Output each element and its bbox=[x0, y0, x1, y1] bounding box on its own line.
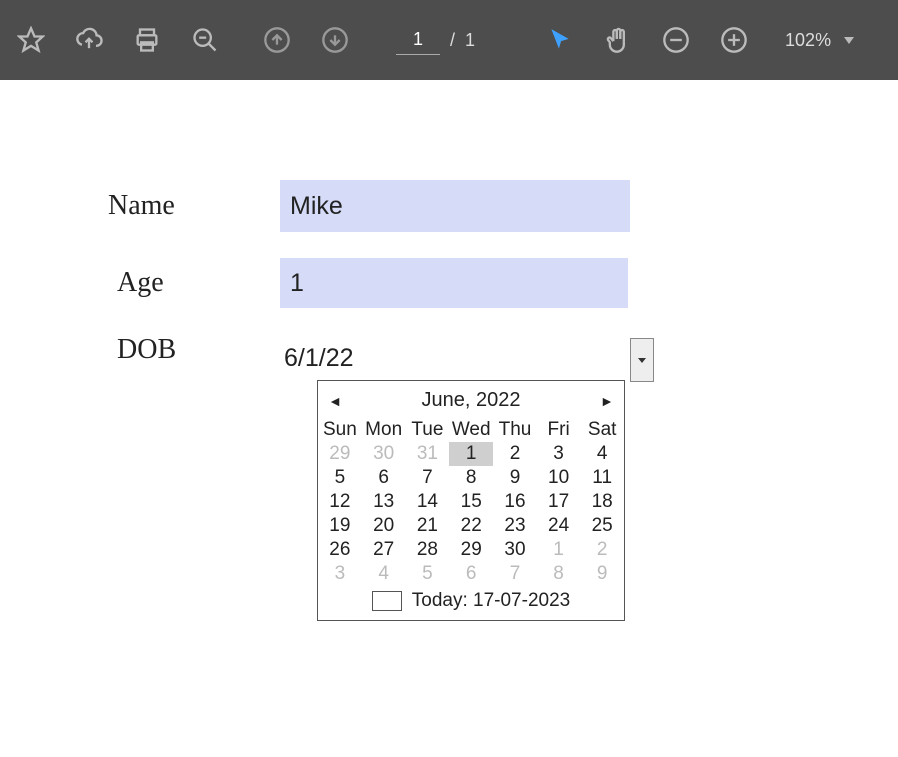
zoom-out-icon[interactable] bbox=[184, 19, 226, 61]
calendar-day-header: Thu bbox=[493, 418, 537, 442]
calendar-day-cell[interactable]: 24 bbox=[537, 514, 580, 538]
calendar-day-cell[interactable]: 21 bbox=[406, 514, 450, 538]
zoom-value: 102% bbox=[785, 30, 831, 51]
calendar-day-cell[interactable]: 4 bbox=[362, 562, 406, 586]
calendar-day-cell[interactable]: 13 bbox=[362, 490, 406, 514]
calendar-day-cell[interactable]: 22 bbox=[449, 514, 493, 538]
name-row: Name bbox=[0, 180, 898, 232]
name-label: Name bbox=[0, 190, 280, 222]
calendar-day-cell[interactable]: 9 bbox=[580, 562, 624, 586]
chevron-down-icon bbox=[638, 358, 646, 363]
calendar-day-cell[interactable]: 5 bbox=[406, 562, 450, 586]
date-picker: ◄ June, 2022 ► SunMonTueWedThuFriSat 293… bbox=[317, 380, 625, 621]
calendar-day-header: Mon bbox=[362, 418, 406, 442]
calendar-day-cell[interactable]: 2 bbox=[580, 538, 624, 562]
minus-circle-icon[interactable] bbox=[655, 19, 697, 61]
calendar-day-cell[interactable]: 1 bbox=[449, 442, 493, 466]
calendar-day-cell[interactable]: 3 bbox=[318, 562, 362, 586]
next-month-button[interactable]: ► bbox=[600, 393, 614, 409]
age-label: Age bbox=[0, 267, 280, 299]
dob-row: DOB 6/1/22 ◄ June, 2022 ► SunMonTueWedTh… bbox=[0, 334, 898, 373]
calendar-day-cell[interactable]: 1 bbox=[537, 538, 580, 562]
calendar-grid: SunMonTueWedThuFriSat 293031123456789101… bbox=[318, 418, 624, 586]
calendar-day-cell[interactable]: 12 bbox=[318, 490, 362, 514]
calendar-day-cell[interactable]: 2 bbox=[493, 442, 537, 466]
calendar-day-cell[interactable]: 15 bbox=[449, 490, 493, 514]
today-link[interactable]: Today: 17-07-2023 bbox=[412, 590, 570, 612]
arrow-down-circle-icon[interactable] bbox=[314, 19, 356, 61]
calendar-day-cell[interactable]: 5 bbox=[318, 466, 362, 490]
page-total: 1 bbox=[465, 30, 475, 51]
calendar-footer: Today: 17-07-2023 bbox=[318, 586, 624, 620]
calendar-day-cell[interactable]: 26 bbox=[318, 538, 362, 562]
calendar-day-cell[interactable]: 6 bbox=[362, 466, 406, 490]
cloud-upload-icon[interactable] bbox=[68, 19, 110, 61]
dob-field-container: 6/1/22 ◄ June, 2022 ► SunMonTueWedThuFri… bbox=[280, 340, 354, 373]
calendar-day-cell[interactable]: 8 bbox=[449, 466, 493, 490]
page-number-input[interactable] bbox=[396, 25, 440, 55]
calendar-day-cell[interactable]: 14 bbox=[406, 490, 450, 514]
calendar-day-header: Fri bbox=[537, 418, 580, 442]
calendar-day-header: Sat bbox=[580, 418, 624, 442]
calendar-day-cell[interactable]: 6 bbox=[449, 562, 493, 586]
prev-month-button[interactable]: ◄ bbox=[328, 393, 342, 409]
calendar-day-header: Tue bbox=[406, 418, 450, 442]
chevron-down-icon bbox=[843, 35, 855, 45]
calendar-day-cell[interactable]: 20 bbox=[362, 514, 406, 538]
pdf-toolbar: / 1 102% bbox=[0, 0, 898, 80]
calendar-header: ◄ June, 2022 ► bbox=[318, 381, 624, 418]
calendar-day-cell[interactable]: 30 bbox=[493, 538, 537, 562]
dob-dropdown-button[interactable] bbox=[630, 338, 654, 382]
zoom-dropdown[interactable]: 102% bbox=[785, 30, 855, 51]
calendar-month-label[interactable]: June, 2022 bbox=[422, 389, 521, 412]
calendar-day-cell[interactable]: 18 bbox=[580, 490, 624, 514]
print-icon[interactable] bbox=[126, 19, 168, 61]
calendar-day-cell[interactable]: 10 bbox=[537, 466, 580, 490]
hand-icon[interactable] bbox=[597, 19, 639, 61]
calendar-day-cell[interactable]: 31 bbox=[406, 442, 450, 466]
calendar-day-cell[interactable]: 29 bbox=[318, 442, 362, 466]
page-separator: / bbox=[450, 30, 455, 51]
calendar-day-cell[interactable]: 3 bbox=[537, 442, 580, 466]
star-icon[interactable] bbox=[10, 19, 52, 61]
arrow-up-circle-icon[interactable] bbox=[256, 19, 298, 61]
today-box-icon[interactable] bbox=[372, 591, 402, 611]
calendar-day-cell[interactable]: 7 bbox=[493, 562, 537, 586]
calendar-day-cell[interactable]: 8 bbox=[537, 562, 580, 586]
calendar-day-cell[interactable]: 28 bbox=[406, 538, 450, 562]
plus-circle-icon[interactable] bbox=[713, 19, 755, 61]
calendar-day-header: Sun bbox=[318, 418, 362, 442]
calendar-day-cell[interactable]: 30 bbox=[362, 442, 406, 466]
cursor-icon[interactable] bbox=[539, 19, 581, 61]
calendar-day-cell[interactable]: 11 bbox=[580, 466, 624, 490]
dob-label: DOB bbox=[0, 334, 280, 366]
calendar-day-cell[interactable]: 16 bbox=[493, 490, 537, 514]
calendar-day-cell[interactable]: 29 bbox=[449, 538, 493, 562]
age-row: Age bbox=[0, 258, 898, 308]
calendar-day-cell[interactable]: 27 bbox=[362, 538, 406, 562]
calendar-day-cell[interactable]: 7 bbox=[406, 466, 450, 490]
age-field[interactable] bbox=[280, 258, 628, 308]
name-field[interactable] bbox=[280, 180, 630, 232]
document-area: Name Age DOB 6/1/22 ◄ June, 2022 ► SunMo… bbox=[0, 80, 898, 373]
calendar-day-header: Wed bbox=[449, 418, 493, 442]
calendar-day-cell[interactable]: 19 bbox=[318, 514, 362, 538]
calendar-day-cell[interactable]: 23 bbox=[493, 514, 537, 538]
calendar-day-cell[interactable]: 17 bbox=[537, 490, 580, 514]
calendar-day-cell[interactable]: 25 bbox=[580, 514, 624, 538]
dob-field[interactable]: 6/1/22 bbox=[280, 340, 354, 373]
calendar-day-cell[interactable]: 9 bbox=[493, 466, 537, 490]
calendar-day-cell[interactable]: 4 bbox=[580, 442, 624, 466]
